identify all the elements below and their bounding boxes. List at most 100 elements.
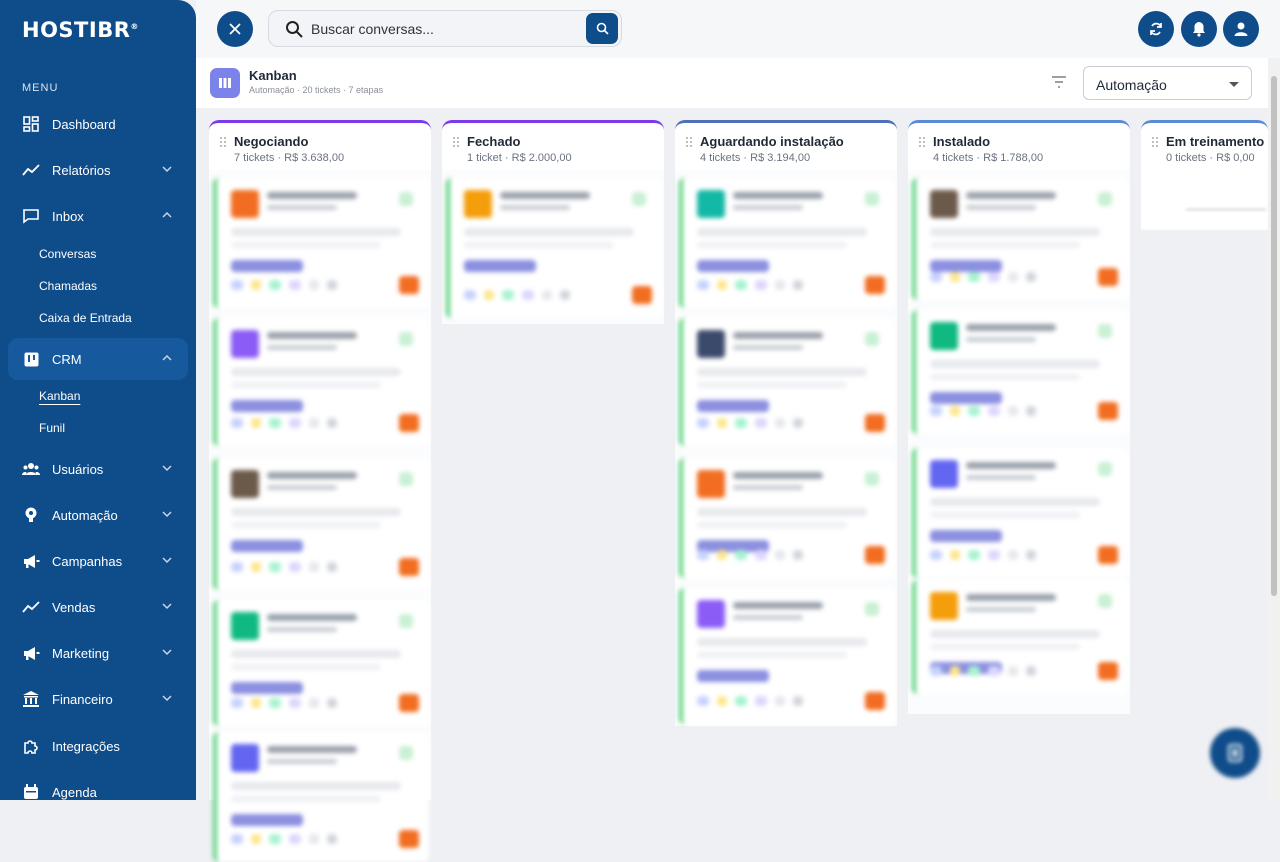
card-placeholder-block [267,485,337,490]
card-placeholder-block [309,698,319,708]
trend-icon [22,161,40,179]
card-placeholder-block [865,414,885,432]
drag-handle-icon[interactable] [1152,137,1158,147]
scrollbar-thumb[interactable] [1271,76,1277,596]
search-input[interactable] [311,20,571,37]
card-placeholder-block [930,228,1100,236]
automation-icon [22,506,40,524]
card-placeholder-block [966,594,1056,601]
ticket-card[interactable] [446,178,662,318]
megaphone-icon [22,644,40,662]
sidebar-sub-kanban[interactable]: Kanban [39,389,80,403]
card-placeholder-block [231,330,259,358]
card-placeholder-block [1098,402,1118,420]
sidebar-item-relatorios[interactable]: Relatórios [8,149,188,191]
sidebar-sub-funil[interactable]: Funil [39,421,65,435]
sidebar-sub-chamadas[interactable]: Chamadas [39,279,97,293]
drag-handle-icon[interactable] [220,137,226,147]
notifications-button[interactable] [1181,11,1217,47]
ticket-card[interactable] [912,580,1128,694]
card-placeholder-block [966,205,1036,210]
chevron-down-icon [162,649,172,656]
ticket-card[interactable] [679,318,895,446]
card-placeholder-block [697,260,769,272]
chevron-down-icon [162,695,172,702]
sidebar-sub-caixa-entrada[interactable]: Caixa de Entrada [39,311,132,325]
sidebar-item-integracoes[interactable]: Integrações [8,725,188,767]
ticket-card[interactable] [213,178,429,308]
filter-icon[interactable] [1050,74,1068,90]
card-placeholder-block [464,260,536,272]
profile-button[interactable] [1223,11,1259,47]
card-placeholder-block [697,382,847,388]
dashboard-icon [22,115,40,133]
search-button[interactable] [586,13,618,44]
ticket-card[interactable] [912,310,1128,434]
sidebar-item-crm[interactable]: CRM [8,338,188,380]
card-placeholder-block [309,562,319,572]
card-placeholder-block [231,280,243,290]
card-placeholder-block [968,666,980,676]
card-placeholder-block [309,834,319,844]
card-placeholder-block [697,190,725,218]
sidebar-item-vendas[interactable]: Vendas [8,586,188,628]
card-placeholder-block [966,475,1036,480]
sidebar-item-inbox[interactable]: Inbox [8,195,188,237]
close-sidebar-button[interactable] [217,11,253,47]
card-placeholder-block [930,630,1100,638]
sidebar-item-dashboard[interactable]: Dashboard [8,103,188,145]
column-meta: 7 tickets · R$ 3.638,00 [234,152,345,164]
card-placeholder-block [327,280,337,290]
ticket-card[interactable] [213,600,429,726]
card-placeholder-block [309,280,319,290]
kanban-column: Fechado 1 ticket · R$ 2.000,00 [442,120,664,324]
card-placeholder-block [697,368,867,376]
sidebar-item-agenda[interactable]: Agenda [8,771,188,800]
card-placeholder-block [755,418,767,428]
drag-handle-icon[interactable] [453,137,459,147]
ticket-card[interactable] [679,458,895,578]
drag-handle-icon[interactable] [919,137,925,147]
drag-handle-icon[interactable] [686,137,692,147]
card-placeholder-block [865,192,879,206]
ticket-card[interactable] [679,588,895,724]
card-placeholder-block [733,192,823,199]
card-placeholder-block [735,280,747,290]
refresh-button[interactable] [1138,11,1174,47]
column-meta: 4 tickets · R$ 1.788,00 [933,152,1044,164]
ticket-card[interactable] [213,458,429,590]
ticket-card[interactable] [912,448,1128,578]
card-placeholder-block [522,290,534,300]
sidebar-item-marketing[interactable]: Marketing [8,632,188,674]
card-placeholder-block [1098,268,1118,286]
sidebar-item-automacao[interactable]: Automação [8,494,188,536]
sidebar-item-label: CRM [52,351,82,367]
ticket-card[interactable] [912,178,1128,300]
card-placeholder-block [231,470,259,498]
card-placeholder-block [733,332,823,339]
chat-widget-icon [1228,744,1242,762]
scrollbar[interactable] [1268,58,1280,800]
pipeline-select[interactable]: Automação [1083,66,1252,100]
ticket-card[interactable] [213,318,429,446]
card-placeholder-block [231,508,401,516]
card-placeholder-block [632,192,646,206]
card-placeholder-block [697,228,867,236]
sidebar-item-campanhas[interactable]: Campanhas [8,540,188,582]
sidebar-sub-conversas[interactable]: Conversas [39,247,96,261]
chat-fab-button[interactable] [1210,728,1260,778]
card-placeholder-block [267,627,337,632]
card-placeholder-block [1026,406,1036,416]
card-placeholder-block [930,190,958,218]
close-icon [229,23,241,35]
sidebar-item-label: Marketing [52,645,110,661]
sidebar-item-usuarios[interactable]: Usuários [8,448,188,490]
card-placeholder-block [966,462,1056,469]
card-placeholder-block [865,602,879,616]
sidebar-item-financeiro[interactable]: Financeiro [8,678,188,720]
ticket-card[interactable] [679,178,895,308]
ticket-card[interactable] [213,732,429,862]
brand-logo[interactable]: HOSTIBR® [22,18,139,42]
card-placeholder-block [930,592,958,620]
card-placeholder-block [269,562,281,572]
